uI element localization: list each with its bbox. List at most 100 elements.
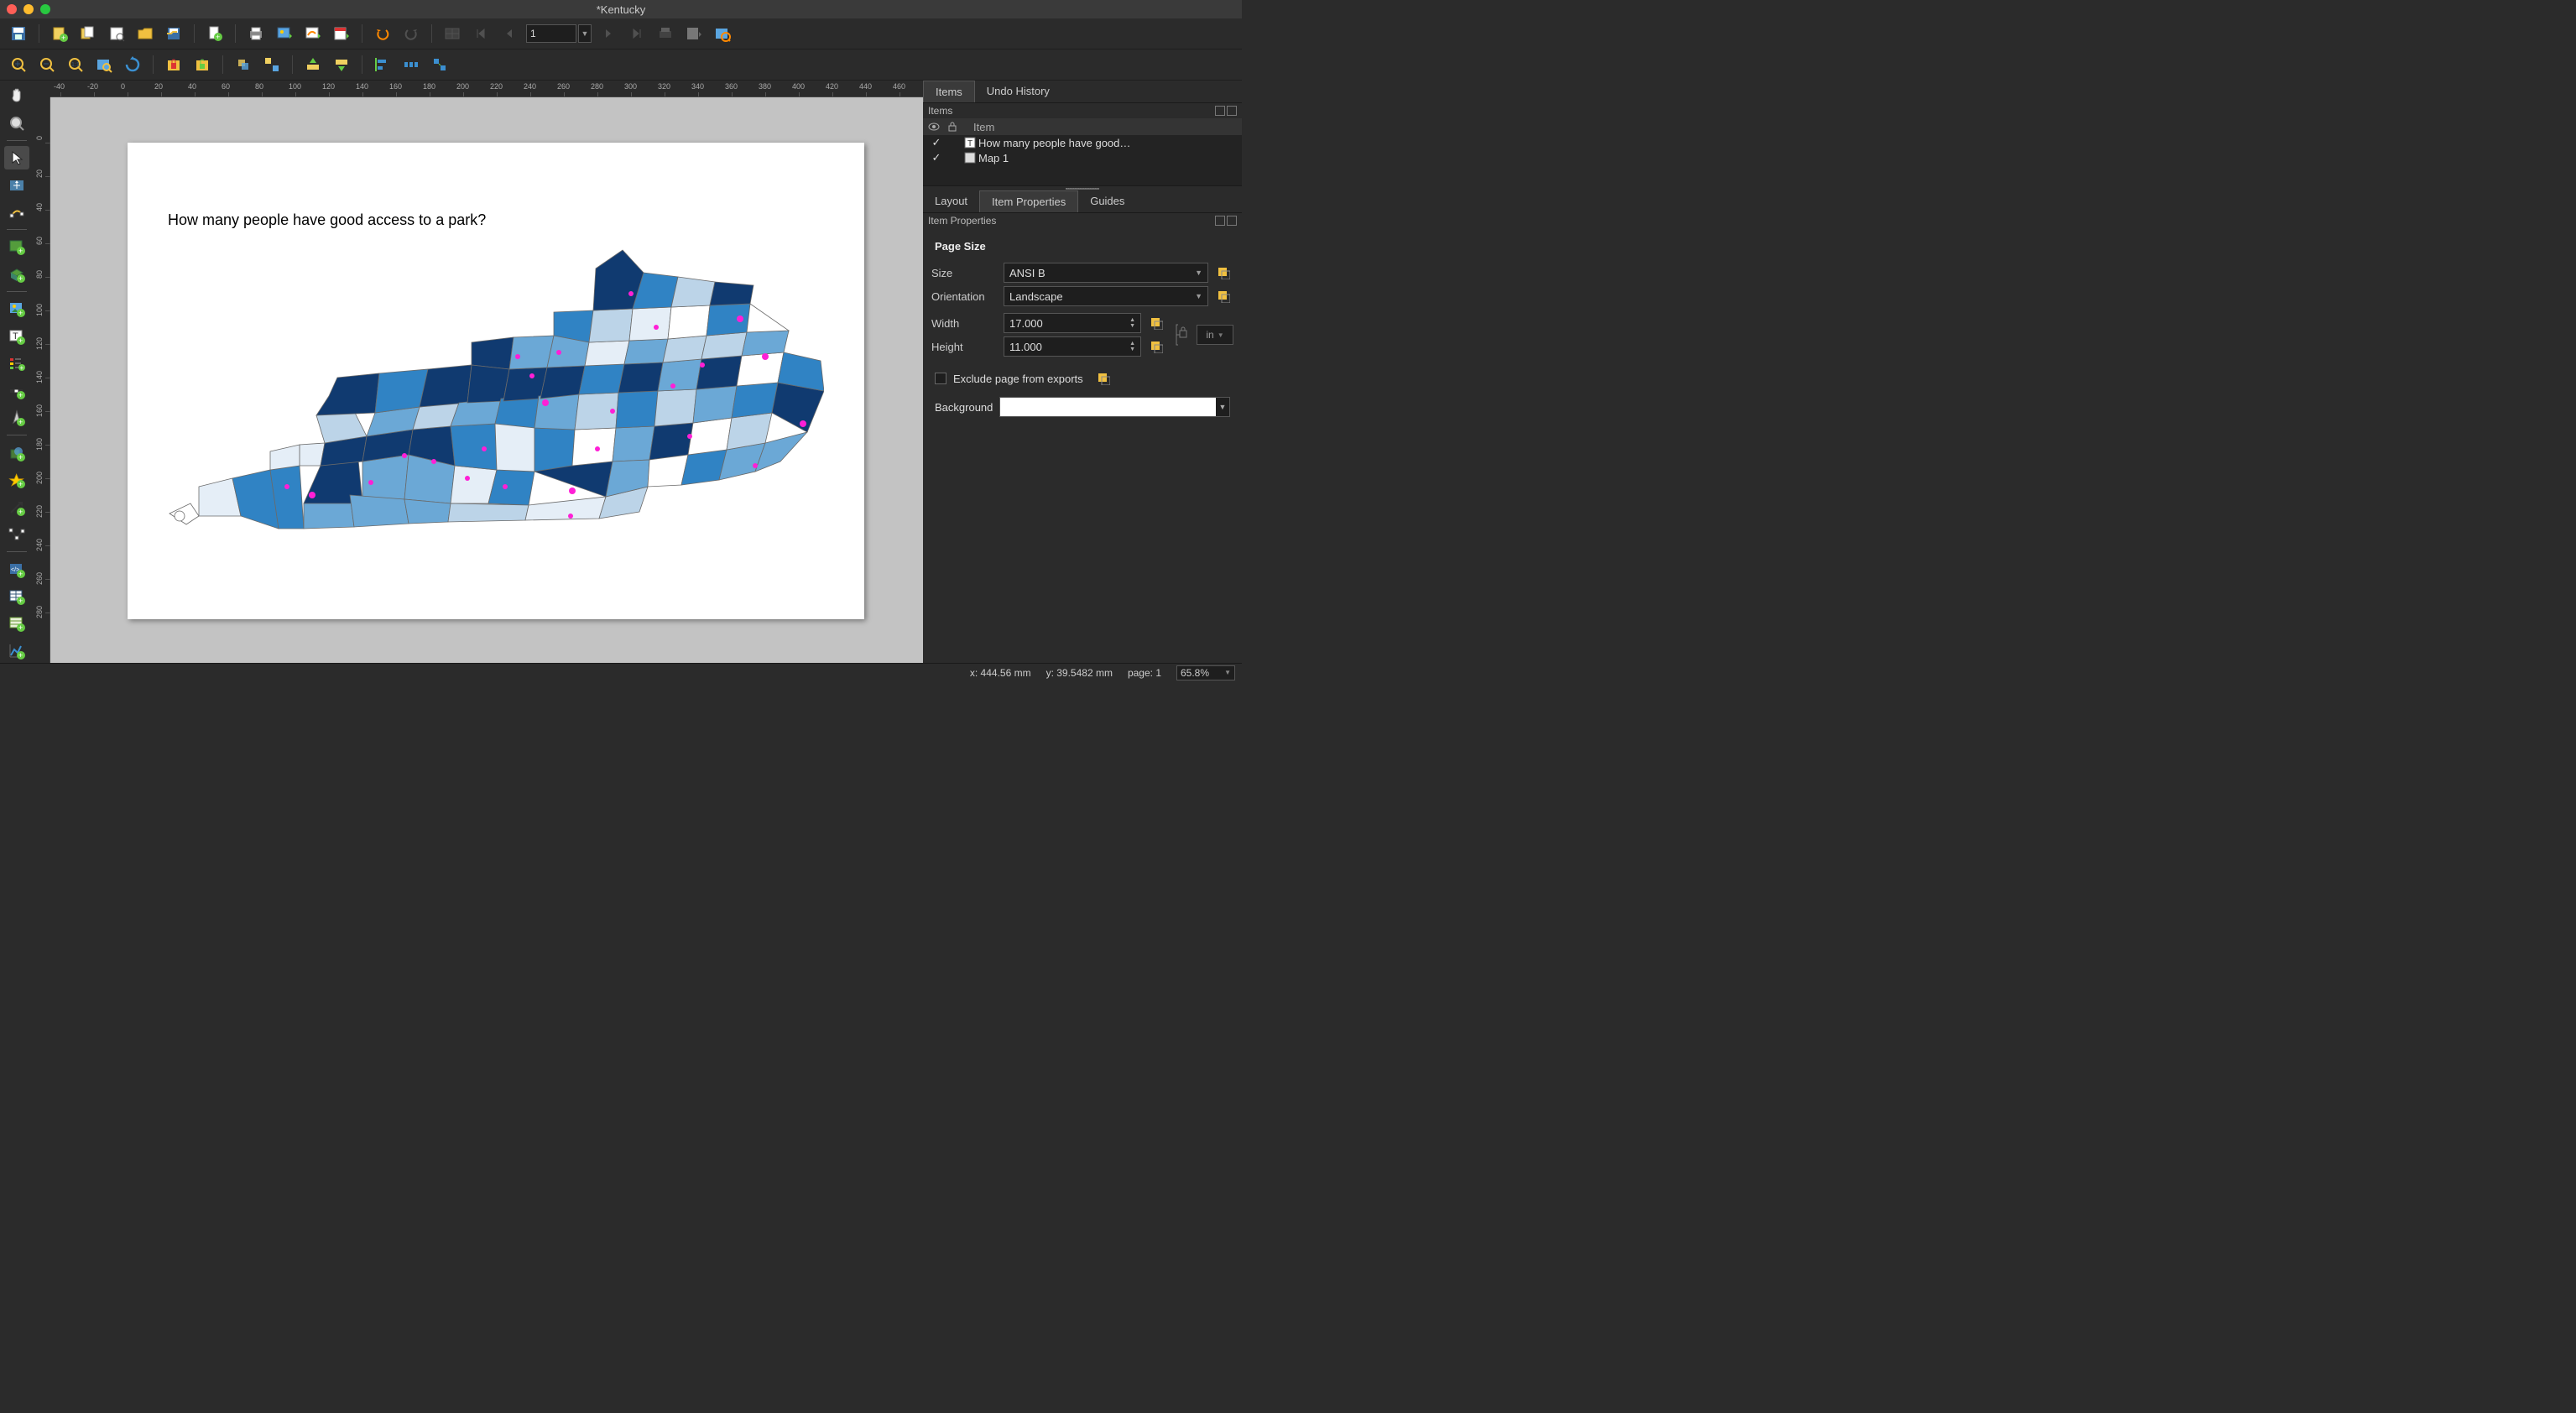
section-page-size: Page Size [931, 233, 1233, 259]
zoom-tool[interactable] [4, 111, 29, 134]
atlas-export-button[interactable] [682, 22, 706, 45]
resize-button[interactable] [428, 53, 451, 76]
duplicate-layout-button[interactable] [76, 22, 100, 45]
panel-close-icon[interactable] [1227, 106, 1237, 116]
atlas-prev-button[interactable] [498, 22, 521, 45]
layout-manager-button[interactable] [105, 22, 128, 45]
export-pdf-button[interactable] [330, 22, 353, 45]
add-scalebar-tool[interactable]: + [4, 379, 29, 403]
atlas-page-dropdown[interactable]: ▼ [578, 24, 592, 43]
text-item-icon: T [962, 137, 978, 149]
align-button[interactable] [371, 53, 394, 76]
atlas-first-button[interactable] [469, 22, 493, 45]
tab-layout[interactable]: Layout [923, 190, 979, 212]
canvas-area: -40-200204060801001201401601802002202402… [34, 81, 923, 663]
atlas-last-button[interactable] [625, 22, 649, 45]
unit-value: in [1206, 329, 1213, 341]
save-button[interactable] [7, 22, 30, 45]
group-button[interactable] [232, 53, 255, 76]
zoom-100-button[interactable]: 1:1 [64, 53, 87, 76]
right-panel: Items Undo History Items Item ✓ T How ma… [923, 81, 1242, 663]
size-combo[interactable]: ANSI B ▼ [1004, 263, 1208, 283]
add-fixedtable-tool[interactable]: + [4, 612, 29, 635]
ungroup-button[interactable] [260, 53, 284, 76]
atlas-settings-button[interactable] [711, 22, 734, 45]
orientation-combo[interactable]: Landscape ▼ [1004, 286, 1208, 306]
add-html-tool[interactable]: </>+ [4, 557, 29, 581]
new-layout-button[interactable]: + [48, 22, 71, 45]
zoom-input[interactable]: 65.8% ▼ [1176, 665, 1235, 680]
add-chart-tool[interactable]: + [4, 639, 29, 663]
tab-undo-history[interactable]: Undo History [975, 81, 1061, 102]
raise-button[interactable] [301, 53, 325, 76]
background-color-button[interactable]: ▼ [999, 397, 1230, 417]
status-bar: x: 444.56 mm y: 39.5482 mm page: 1 65.8%… [0, 663, 1242, 681]
add-table-tool[interactable]: + [4, 585, 29, 608]
add-3dmap-tool[interactable]: + [4, 263, 29, 286]
unit-combo[interactable]: in ▼ [1197, 325, 1233, 345]
tab-item-properties[interactable]: Item Properties [979, 190, 1078, 212]
layout-page[interactable]: How many people have good access to a pa… [128, 143, 864, 619]
add-label-tool[interactable]: T+ [4, 325, 29, 348]
map-title-text[interactable]: How many people have good access to a pa… [168, 211, 486, 229]
tab-items[interactable]: Items [923, 81, 975, 102]
lock-layers-button[interactable] [162, 53, 185, 76]
height-input[interactable]: 11.000 ▲▼ [1004, 336, 1141, 357]
map-item[interactable] [153, 235, 824, 554]
svg-text:+: + [18, 274, 23, 283]
item-visible-check[interactable]: ✓ [928, 136, 945, 149]
panel-close-icon[interactable] [1227, 216, 1237, 226]
add-nodeitem-tool[interactable] [4, 523, 29, 546]
add-northarrow-tool[interactable]: + [4, 406, 29, 430]
add-map-tool[interactable]: + [4, 235, 29, 258]
items-tree[interactable]: Item ✓ T How many people have good… ✓ Ma… [923, 118, 1242, 185]
svg-text:+: + [216, 33, 220, 41]
add-pages-button[interactable]: + [203, 22, 227, 45]
panel-undock-icon[interactable] [1215, 216, 1225, 226]
exclude-page-checkbox[interactable] [935, 373, 946, 384]
size-override-button[interactable] [1213, 263, 1233, 283]
add-picture-tool[interactable]: + [4, 297, 29, 321]
redo-button[interactable] [399, 22, 423, 45]
add-arrow-tool[interactable]: + [4, 495, 29, 519]
move-content-tool[interactable] [4, 173, 29, 196]
maximize-window-button[interactable] [40, 4, 50, 14]
atlas-toggle-button[interactable] [441, 22, 464, 45]
tab-guides[interactable]: Guides [1078, 190, 1136, 212]
item-row-map[interactable]: ✓ Map 1 [923, 150, 1242, 165]
aspect-lock-icon[interactable] [1171, 321, 1192, 348]
select-tool[interactable] [4, 146, 29, 169]
canvas[interactable]: How many people have good access to a pa… [50, 97, 923, 663]
zoom-in-button[interactable] [7, 53, 30, 76]
height-override-button[interactable] [1146, 336, 1166, 357]
minimize-window-button[interactable] [23, 4, 34, 14]
export-svg-button[interactable] [301, 22, 325, 45]
atlas-page-input[interactable] [526, 24, 576, 43]
lower-button[interactable] [330, 53, 353, 76]
refresh-button[interactable] [121, 53, 144, 76]
orientation-override-button[interactable] [1213, 286, 1233, 306]
exclude-override-button[interactable] [1093, 368, 1113, 388]
add-shape-tool[interactable]: + [4, 441, 29, 464]
open-template-button[interactable] [133, 22, 157, 45]
edit-nodes-tool[interactable] [4, 201, 29, 224]
distribute-button[interactable] [399, 53, 423, 76]
export-image-button[interactable] [273, 22, 296, 45]
pan-tool[interactable] [4, 84, 29, 107]
atlas-next-button[interactable] [597, 22, 620, 45]
panel-undock-icon[interactable] [1215, 106, 1225, 116]
unlock-layers-button[interactable] [190, 53, 214, 76]
save-template-button[interactable] [162, 22, 185, 45]
width-override-button[interactable] [1146, 313, 1166, 333]
undo-button[interactable] [371, 22, 394, 45]
zoom-full-button[interactable] [92, 53, 116, 76]
width-input[interactable]: 17.000 ▲▼ [1004, 313, 1141, 333]
atlas-print-button[interactable] [654, 22, 677, 45]
print-button[interactable] [244, 22, 268, 45]
close-window-button[interactable] [7, 4, 17, 14]
add-marker-tool[interactable]: + [4, 468, 29, 492]
zoom-out-button[interactable] [35, 53, 59, 76]
item-visible-check[interactable]: ✓ [928, 151, 945, 164]
item-row-text[interactable]: ✓ T How many people have good… [923, 135, 1242, 150]
add-legend-tool[interactable]: + [4, 352, 29, 375]
